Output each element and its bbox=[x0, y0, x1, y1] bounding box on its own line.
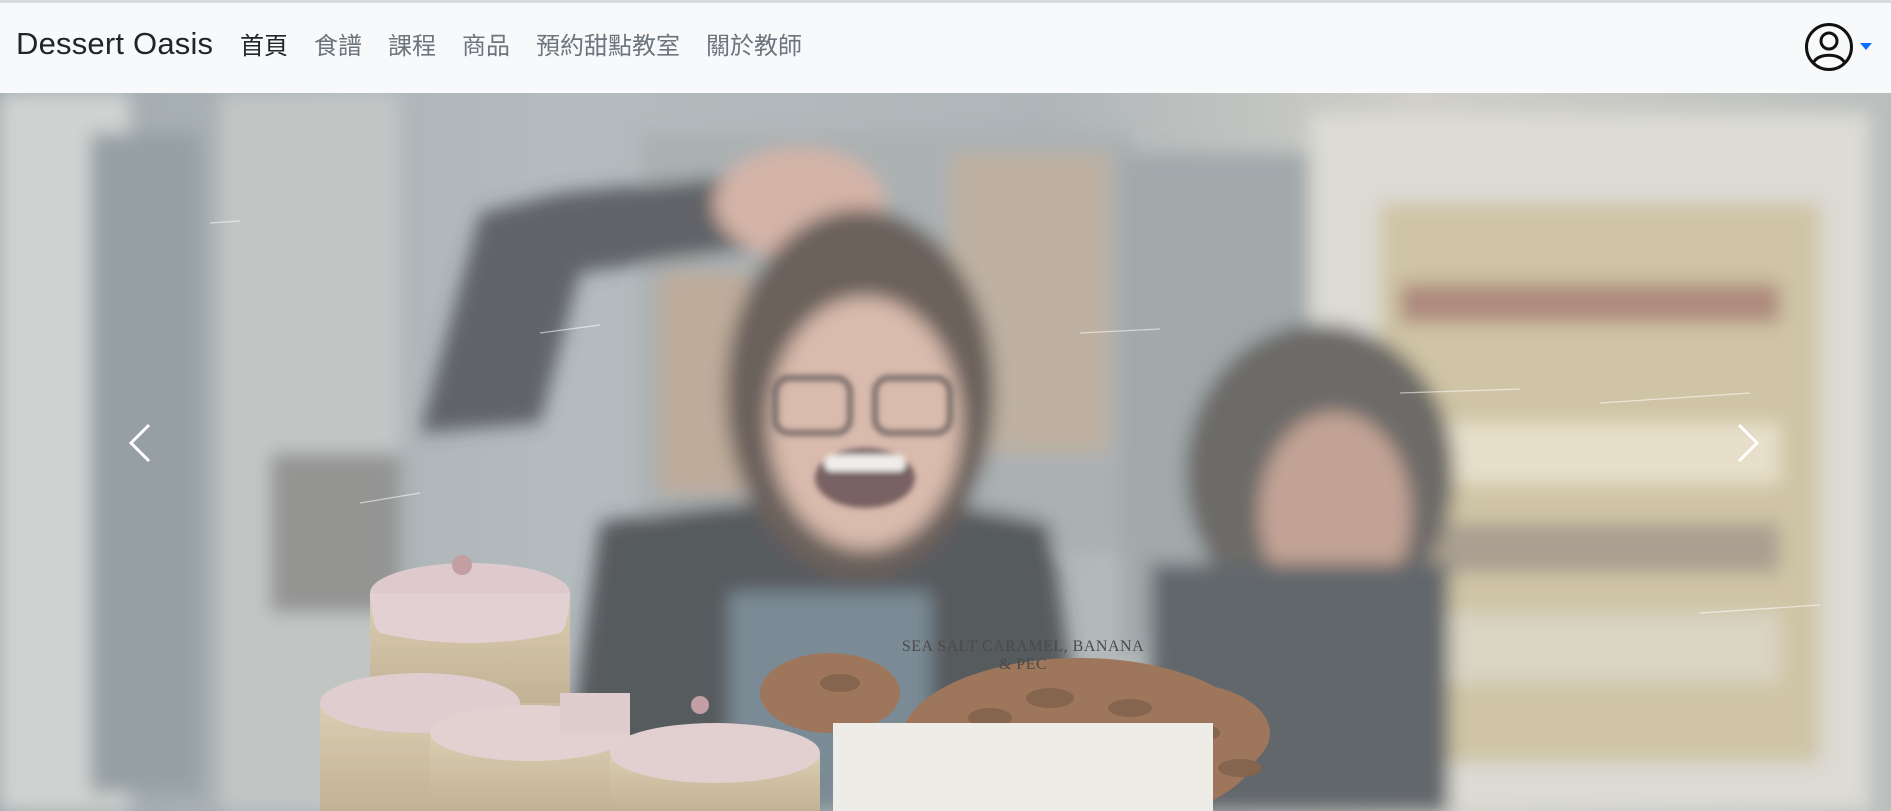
caret-down-icon bbox=[1860, 42, 1872, 50]
brand-logo[interactable]: Dessert Oasis bbox=[16, 26, 213, 62]
nav-link-products[interactable]: 商品 bbox=[462, 29, 510, 63]
nav-link-booking[interactable]: 預約甜點教室 bbox=[536, 29, 680, 63]
user-circle-icon bbox=[1805, 23, 1853, 71]
nav-link-home[interactable]: 首頁 bbox=[240, 29, 288, 63]
carousel-next-button[interactable] bbox=[1708, 393, 1788, 493]
navbar: Dessert Oasis 首頁 食譜 課程 商品 預約甜點教室 關於教師 bbox=[0, 3, 1891, 93]
nav-link-about-teacher[interactable]: 關於教師 bbox=[706, 29, 802, 63]
nav-links: 首頁 食譜 課程 商品 預約甜點教室 關於教師 bbox=[240, 29, 828, 63]
chevron-left-icon bbox=[128, 423, 151, 463]
sign-card-text: SEA SALT CARAMEL, BANANA & PEC bbox=[833, 638, 1213, 674]
hero-slide-image bbox=[0, 93, 1891, 811]
sign-line-2: & PEC bbox=[998, 656, 1048, 673]
nav-link-recipes[interactable]: 食譜 bbox=[314, 29, 362, 63]
user-menu-toggle[interactable] bbox=[1804, 22, 1872, 72]
chevron-right-icon bbox=[1737, 423, 1760, 463]
hero-carousel: SEA SALT CARAMEL, BANANA & PEC bbox=[0, 93, 1891, 811]
nav-link-courses[interactable]: 課程 bbox=[388, 29, 436, 63]
sign-line-1: SEA SALT CARAMEL, BANANA bbox=[901, 638, 1145, 655]
carousel-prev-button[interactable] bbox=[100, 393, 180, 493]
